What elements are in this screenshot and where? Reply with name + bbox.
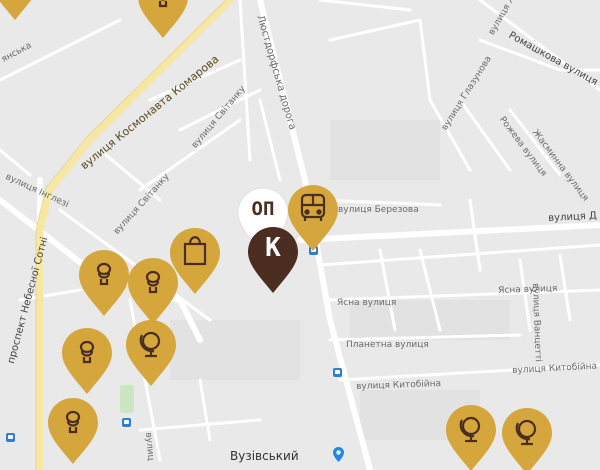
poi-marker-icon[interactable] <box>333 447 344 462</box>
partial-pin[interactable] <box>0 0 42 22</box>
toilet-pin[interactable] <box>136 0 190 40</box>
map-view[interactable]: вулиця Космонавта Комарова Люстдорфська … <box>0 0 600 470</box>
street-label-yasna-1: Ясна вулиця <box>337 298 397 308</box>
globe-pin[interactable] <box>124 318 178 388</box>
k-pin[interactable]: К <box>246 225 300 295</box>
street-label-planetna: Планетна вулиця <box>346 340 429 350</box>
street-label-bereznya: вулиця Березова <box>338 205 419 215</box>
transit-stop-icon[interactable] <box>6 433 15 442</box>
poi-label-vuzivskyi[interactable]: Вузівський <box>230 449 299 463</box>
toilet-pin[interactable] <box>126 256 180 326</box>
transit-stop-icon[interactable] <box>333 368 342 377</box>
toilet-pin[interactable] <box>60 326 114 396</box>
globe-pin[interactable] <box>500 406 554 470</box>
k-pin-label: К <box>265 233 281 263</box>
toilet-pin[interactable] <box>46 396 100 466</box>
street-label-yasna-2: Ясна вулиця <box>498 283 558 296</box>
toilet-pin[interactable] <box>77 248 131 318</box>
globe-pin[interactable] <box>444 403 498 470</box>
op-pin-label: ОП <box>251 198 275 220</box>
transit-stop-icon[interactable] <box>122 418 131 427</box>
